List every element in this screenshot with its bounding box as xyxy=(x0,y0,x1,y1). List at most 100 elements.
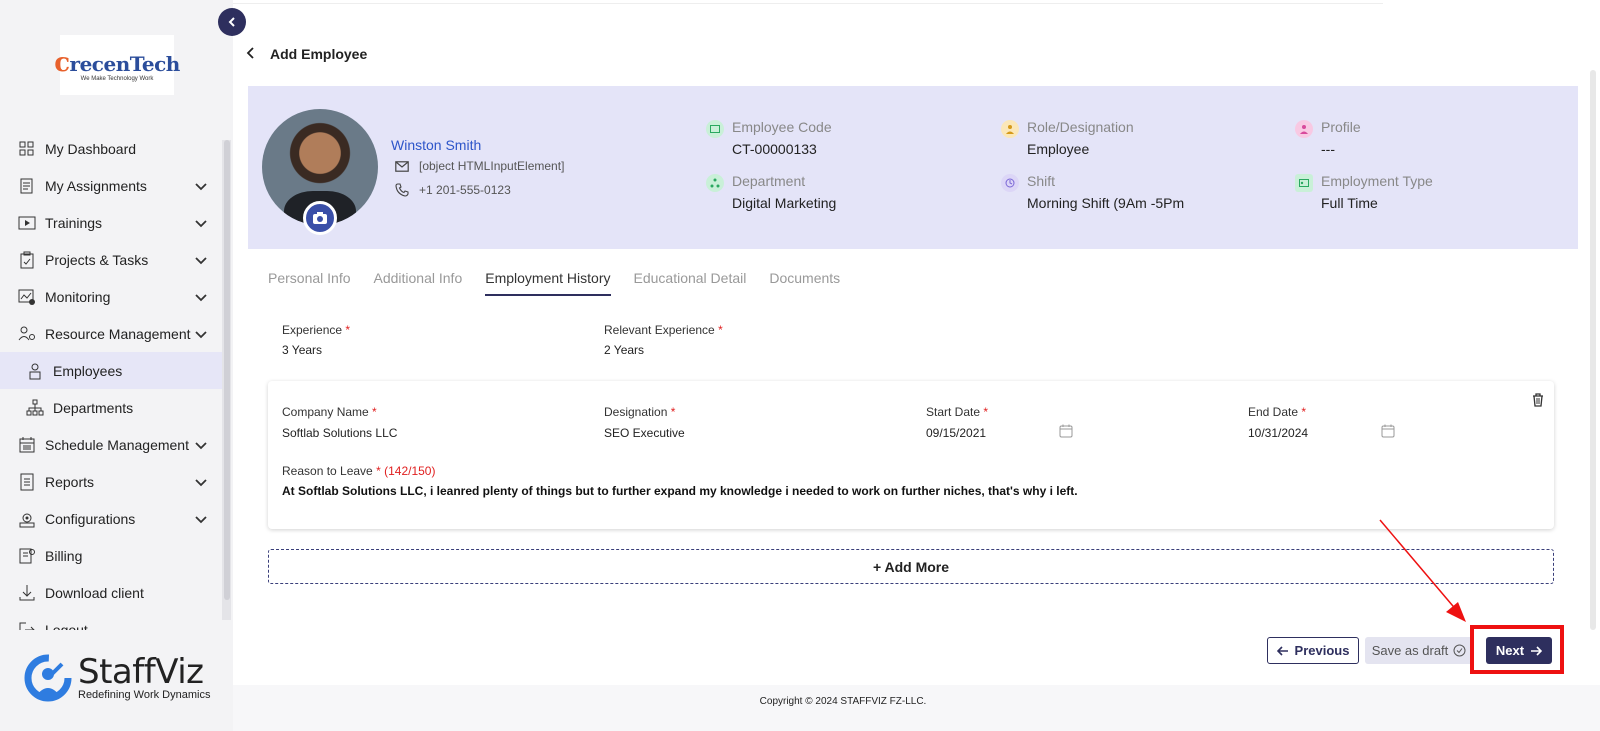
calendar-icon xyxy=(18,436,36,454)
chevron-down-icon xyxy=(194,290,208,304)
role-icon xyxy=(1001,120,1019,138)
download-icon xyxy=(18,584,36,602)
end-date-calendar-button[interactable] xyxy=(1381,424,1395,443)
start-date-input[interactable]: 09/15/2021 xyxy=(926,426,986,440)
sidebar-item-label: Projects & Tasks xyxy=(45,251,149,268)
company-name-input[interactable]: Softlab Solutions LLC xyxy=(282,426,397,440)
sidebar-item-label: My Assignments xyxy=(45,177,147,194)
save-draft-button[interactable]: Save as draft xyxy=(1365,637,1473,664)
company-name-label: Company Name * xyxy=(282,405,377,419)
sidebar-item-my-dashboard[interactable]: My Dashboard xyxy=(0,130,222,167)
sidebar: crecenTech We Make Technology Work My Da… xyxy=(0,0,233,731)
sidebar-item-label: Configurations xyxy=(45,510,136,527)
sidebar-collapse-button[interactable] xyxy=(218,8,246,36)
employee-email-row: [object HTMLInputElement] xyxy=(395,159,564,173)
reason-to-leave-label: Reason to Leave * (142/150) xyxy=(282,464,436,478)
relevant-experience-value[interactable]: 2 Years xyxy=(604,343,644,357)
sidebar-item-employees[interactable]: Employees xyxy=(0,352,222,389)
staffviz-icon xyxy=(24,654,72,702)
chevron-down-icon xyxy=(194,216,208,230)
start-date-label: Start Date * xyxy=(926,405,989,419)
chevron-down-icon xyxy=(194,512,208,526)
sidebar-item-label: Logout xyxy=(45,621,88,631)
page-header: Add Employee xyxy=(246,46,367,62)
sidebar-item-billing[interactable]: Billing xyxy=(0,537,222,574)
calendar-icon xyxy=(1381,424,1395,438)
org-chart-icon xyxy=(26,399,44,417)
sidebar-item-my-assignments[interactable]: My Assignments xyxy=(0,167,222,204)
sidebar-nav: My Dashboard My Assignments Trainings Proje… xyxy=(0,130,222,630)
sidebar-item-projects-tasks[interactable]: Projects & Tasks xyxy=(0,241,222,278)
info-role: Role/Designation Employee xyxy=(1001,119,1134,157)
info-shift: Shift Morning Shift (9Am -5Pm xyxy=(1001,173,1184,211)
employee-phone-row: +1 201-555-0123 xyxy=(395,183,511,197)
back-arrow-icon[interactable] xyxy=(246,46,256,62)
people-gear-icon xyxy=(18,325,36,343)
sidebar-item-monitoring[interactable]: Monitoring xyxy=(0,278,222,315)
clock-icon xyxy=(1001,174,1019,192)
experience-label: Experience * xyxy=(282,323,351,337)
sidebar-scrollbar-thumb[interactable] xyxy=(224,140,230,600)
designation-label: Designation * xyxy=(604,405,676,419)
arrow-left-icon xyxy=(1276,645,1288,656)
tab-employment-history[interactable]: Employment History xyxy=(485,270,611,296)
chevron-down-icon xyxy=(194,327,208,341)
profile-icon xyxy=(1295,120,1313,138)
sidebar-item-configurations[interactable]: Configurations xyxy=(0,500,222,537)
chevron-down-icon xyxy=(194,253,208,267)
previous-button[interactable]: Previous xyxy=(1267,637,1359,664)
designation-input[interactable]: SEO Executive xyxy=(604,426,685,440)
sidebar-item-download-client[interactable]: Download client xyxy=(0,574,222,611)
sidebar-item-label: Billing xyxy=(45,547,83,564)
employee-name: Winston Smith xyxy=(391,137,482,153)
sidebar-item-label: Reports xyxy=(45,473,95,490)
sidebar-item-trainings[interactable]: Trainings xyxy=(0,204,222,241)
end-date-input[interactable]: 10/31/2024 xyxy=(1248,426,1308,440)
assignments-icon xyxy=(18,177,36,195)
check-circle-icon xyxy=(1453,644,1466,657)
staffviz-logo: StaffViz Redefining Work Dynamics xyxy=(22,652,210,704)
experience-value[interactable]: 3 Years xyxy=(282,343,322,357)
company-logo: crecenTech We Make Technology Work xyxy=(54,35,180,95)
sidebar-item-label: Download client xyxy=(45,584,144,601)
sidebar-item-label: Departments xyxy=(53,399,134,416)
start-date-calendar-button[interactable] xyxy=(1059,424,1073,443)
add-more-button[interactable]: + Add More xyxy=(268,549,1554,584)
info-department: Department Digital Marketing xyxy=(706,173,836,211)
logout-icon xyxy=(18,621,36,630)
form-tabs: Personal Info Additional Info Employment… xyxy=(268,270,863,296)
page-title: Add Employee xyxy=(270,46,368,62)
phone-icon xyxy=(395,183,409,197)
calendar-icon xyxy=(1059,424,1073,438)
tab-personal-info[interactable]: Personal Info xyxy=(268,270,351,296)
info-profile: Profile --- xyxy=(1295,119,1361,157)
id-card-icon xyxy=(706,120,724,138)
end-date-label: End Date * xyxy=(1248,405,1307,419)
department-icon xyxy=(706,174,724,192)
reason-to-leave-textarea[interactable]: At Softlab Solutions LLC, i leanred plen… xyxy=(282,484,1078,498)
delete-entry-button[interactable] xyxy=(1532,393,1544,412)
sidebar-item-reports[interactable]: Reports xyxy=(0,463,222,500)
tab-educational-detail[interactable]: Educational Detail xyxy=(634,270,747,296)
chevron-down-icon xyxy=(194,179,208,193)
mail-icon xyxy=(395,160,409,172)
top-divider xyxy=(233,0,1383,4)
sidebar-item-departments[interactable]: Departments xyxy=(0,389,222,426)
chevron-left-icon xyxy=(228,17,235,27)
main-scrollbar[interactable] xyxy=(1590,70,1596,630)
employee-email: [object HTMLInputElement] xyxy=(419,159,565,173)
footer-bar xyxy=(233,685,1600,731)
employment-entry-card xyxy=(268,381,1554,529)
sidebar-item-schedule-management[interactable]: Schedule Management xyxy=(0,426,222,463)
clipboard-icon xyxy=(18,251,36,269)
sidebar-item-label: My Dashboard xyxy=(45,140,137,157)
trash-icon xyxy=(1533,393,1543,407)
upload-photo-button[interactable] xyxy=(303,201,337,235)
sidebar-item-logout[interactable]: Logout xyxy=(0,611,222,630)
sidebar-item-label: Monitoring xyxy=(45,288,111,305)
sidebar-item-label: Resource Management xyxy=(45,325,191,342)
sidebar-item-label: Schedule Management xyxy=(45,436,189,453)
tab-documents[interactable]: Documents xyxy=(769,270,840,296)
sidebar-item-resource-management[interactable]: Resource Management xyxy=(0,315,222,352)
tab-additional-info[interactable]: Additional Info xyxy=(374,270,463,296)
